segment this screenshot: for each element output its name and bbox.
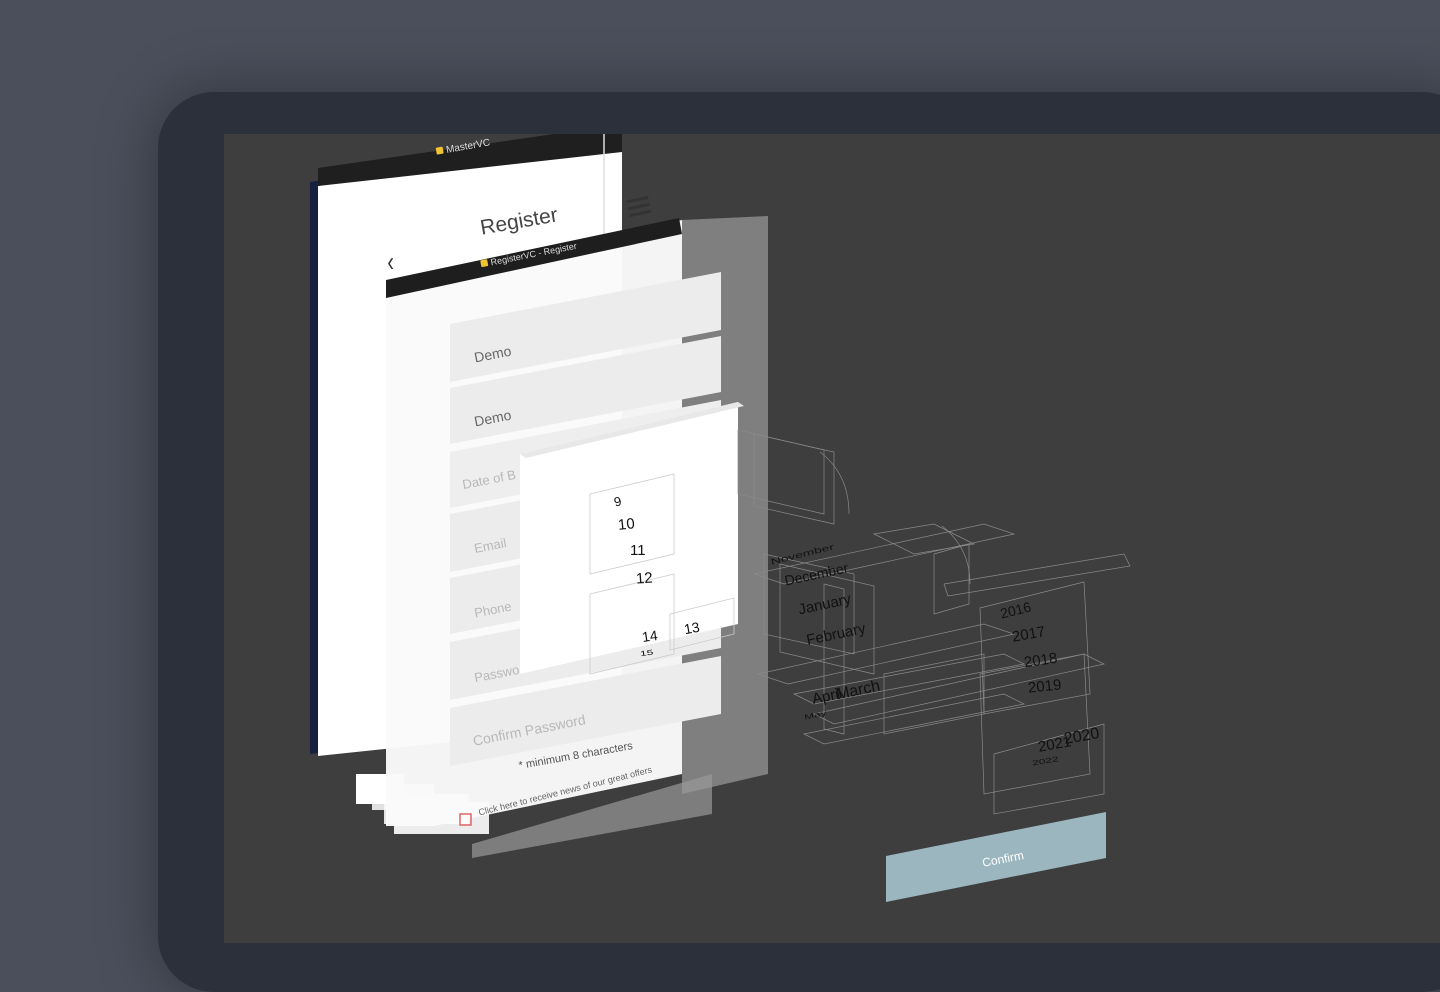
view-debugger-canvas[interactable]: MasterVC Register ‹ RegisterVC - Registe…	[224, 134, 1440, 943]
picker-row: 11	[630, 542, 646, 559]
view-controller-icon	[480, 259, 489, 268]
exploded-view-hierarchy	[310, 134, 1131, 902]
picker-row: 14	[640, 626, 659, 646]
picker-wireframes	[737, 429, 1131, 815]
view-controller-icon	[435, 146, 444, 155]
picker-row: 12	[635, 569, 654, 588]
picker-row: 10	[617, 515, 636, 534]
picker-row: 2019	[1027, 676, 1063, 697]
picker-row: 13	[682, 618, 701, 638]
back-chevron-icon[interactable]: ‹	[387, 246, 394, 278]
